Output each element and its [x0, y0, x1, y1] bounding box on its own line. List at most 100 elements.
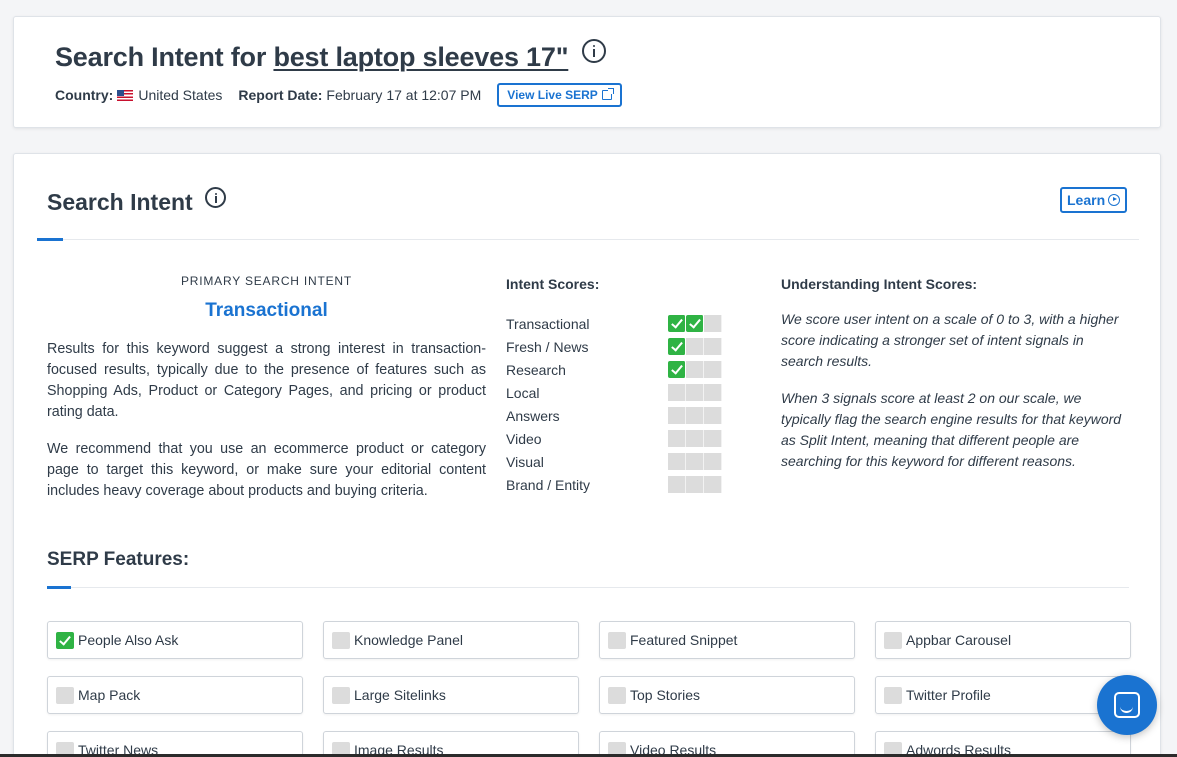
report-date-label: Report Date: — [238, 87, 323, 103]
intent-score-row: Visual — [506, 450, 746, 473]
empty-score-box — [686, 384, 704, 401]
intent-score-meter — [668, 361, 722, 378]
serp-feature-label: Featured Snippet — [630, 632, 738, 648]
empty-score-box — [668, 384, 686, 401]
intent-scores-title: Intent Scores: — [506, 276, 600, 292]
empty-score-box — [704, 430, 722, 447]
info-icon[interactable] — [581, 39, 606, 63]
intent-score-row: Brand / Entity — [506, 473, 746, 496]
empty-score-box — [686, 476, 704, 493]
country-value: United States — [138, 87, 223, 103]
serp-feature-label: Map Pack — [78, 687, 141, 703]
empty-score-box — [686, 361, 704, 378]
primary-intent-column: PRIMARY SEARCH INTENT Transactional Resu… — [47, 274, 486, 502]
empty-checkbox-icon — [608, 686, 626, 704]
intent-score-name: Visual — [506, 453, 544, 470]
info-icon[interactable] — [205, 187, 227, 208]
chat-launcher-button[interactable] — [1097, 675, 1157, 735]
serp-accent-bar — [47, 586, 71, 589]
empty-score-box — [686, 430, 704, 447]
serp-feature-item: Large Sitelinks — [323, 676, 579, 714]
serp-feature-item: Map Pack — [47, 676, 303, 714]
intent-score-name: Local — [506, 384, 540, 401]
report-date-value: February 17 at 12:07 PM — [326, 87, 482, 103]
serp-feature-item: People Also Ask — [47, 621, 303, 659]
intent-scores-column: Intent Scores: Transactional Fresh / News… — [506, 274, 746, 496]
intent-score-name: Brand / Entity — [506, 476, 591, 493]
intent-score-name: Fresh / News — [506, 338, 589, 355]
learn-label: Learn — [1067, 192, 1106, 208]
check-icon — [686, 315, 704, 332]
intent-score-meter — [668, 384, 722, 401]
section-title-text: Search Intent — [47, 189, 193, 215]
empty-checkbox-icon — [56, 686, 74, 704]
page-title: Search Intent for best laptop sleeves 17… — [55, 39, 606, 73]
intent-score-meter — [668, 430, 722, 447]
empty-score-box — [686, 338, 704, 355]
intent-score-name: Transactional — [506, 315, 590, 332]
empty-score-box — [668, 430, 686, 447]
understanding-title: Understanding Intent Scores: — [781, 276, 978, 292]
intent-score-row: Local — [506, 381, 746, 404]
section-divider — [37, 239, 1139, 240]
serp-feature-label: Large Sitelinks — [354, 687, 446, 703]
empty-score-box — [686, 453, 704, 470]
serp-feature-label: Appbar Carousel — [906, 632, 1012, 648]
us-flag-icon — [117, 89, 134, 101]
serp-feature-label: Top Stories — [630, 687, 701, 703]
understanding-text-2: When 3 signals score at least 2 on our s… — [781, 390, 1122, 469]
empty-checkbox-icon — [332, 686, 350, 704]
report-meta: Country: United States Report Date: Febr… — [55, 83, 622, 107]
understanding-column: Understanding Intent Scores: We score us… — [781, 274, 1126, 472]
check-icon — [56, 631, 74, 649]
intent-score-meter — [668, 338, 722, 355]
serp-features-grid: People Also Ask Knowledge Panel Featured S… — [47, 621, 1131, 757]
empty-score-box — [668, 476, 686, 493]
empty-checkbox-icon — [608, 631, 626, 649]
primary-intent-value: Transactional — [205, 300, 328, 321]
check-icon — [668, 338, 686, 355]
report-header-card: Search Intent for best laptop sleeves 17… — [13, 16, 1161, 128]
empty-score-box — [704, 338, 722, 355]
serp-feature-label: Knowledge Panel — [354, 632, 463, 648]
keyword-link[interactable]: best laptop sleeves 17" — [273, 42, 568, 72]
external-link-icon — [601, 88, 614, 100]
empty-checkbox-icon — [884, 686, 902, 704]
empty-score-box — [686, 407, 704, 424]
check-icon — [668, 361, 686, 378]
empty-checkbox-icon — [332, 631, 350, 649]
country-label: Country: — [55, 87, 114, 103]
empty-score-box — [704, 384, 722, 401]
search-intent-card: Search Intent Learn PRIMARY SEARCH INTEN… — [13, 153, 1161, 757]
empty-score-box — [704, 407, 722, 424]
understanding-text-1: We score user intent on a scale of 0 to … — [781, 311, 1119, 369]
intent-score-meter — [668, 476, 722, 493]
intent-recommendation: We recommend that you use an ecommerce p… — [47, 441, 486, 499]
check-icon — [668, 315, 686, 332]
primary-intent-label: PRIMARY SEARCH INTENT — [180, 274, 353, 288]
intent-score-meter — [668, 453, 722, 470]
empty-score-box — [668, 407, 686, 424]
learn-button[interactable]: Learn — [1060, 187, 1128, 213]
empty-score-box — [704, 361, 722, 378]
serp-feature-item: Appbar Carousel — [875, 621, 1131, 659]
empty-score-box — [704, 315, 722, 332]
chat-icon — [1114, 692, 1140, 718]
view-live-serp-button[interactable]: View Live SERP — [497, 83, 622, 107]
empty-score-box — [668, 453, 686, 470]
empty-checkbox-icon — [884, 631, 902, 649]
intent-score-name: Video — [506, 430, 542, 447]
serp-feature-item: Featured Snippet — [599, 621, 855, 659]
intent-score-name: Research — [506, 361, 566, 378]
intent-score-row: Transactional — [506, 312, 746, 335]
section-accent-bar — [37, 238, 63, 241]
serp-feature-label: Twitter Profile — [906, 687, 991, 703]
section-title: Search Intent — [47, 187, 227, 216]
empty-score-box — [704, 453, 722, 470]
serp-feature-label: People Also Ask — [78, 632, 179, 648]
serp-features-title: SERP Features: — [47, 549, 190, 570]
serp-feature-item: Knowledge Panel — [323, 621, 579, 659]
intent-score-row: Video — [506, 427, 746, 450]
play-circle-icon — [1108, 194, 1121, 206]
view-live-serp-label: View Live SERP — [507, 88, 598, 102]
